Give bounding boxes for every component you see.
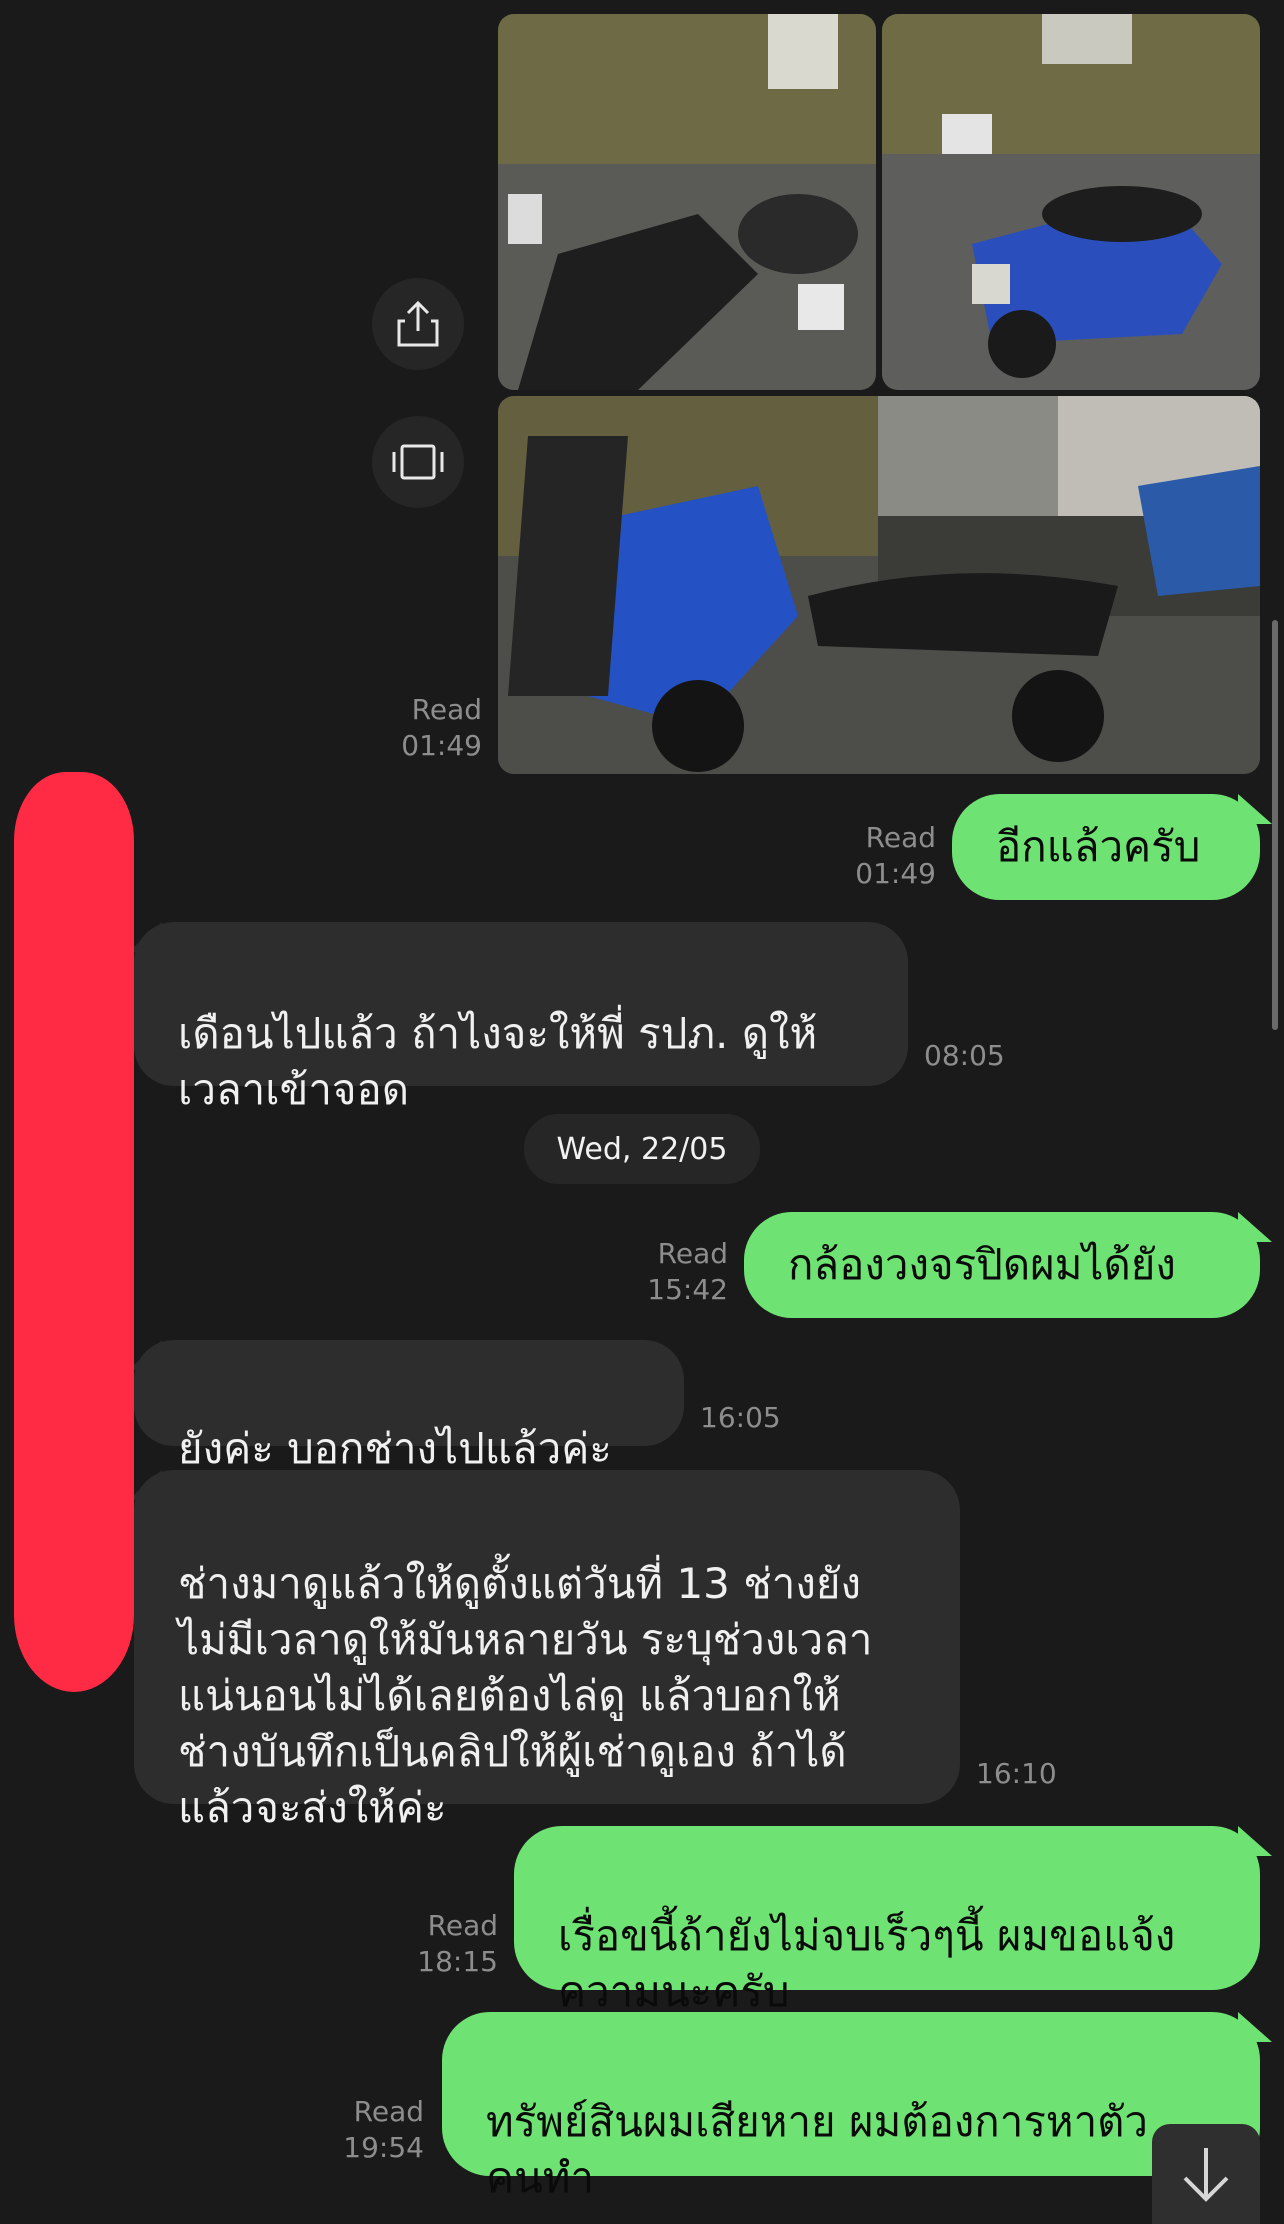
message-time: 19:54 xyxy=(343,2131,424,2164)
message-text: กล้องวงจรปิดผมได้ยัง xyxy=(788,1240,1176,1289)
bubble-tail xyxy=(1238,1826,1272,1856)
incoming-message-bubble[interactable]: ยังค่ะ บอกช่างไปแล้วค่ะ xyxy=(134,1340,684,1473)
message-time: 18:15 xyxy=(417,1945,498,1978)
incoming-message-bubble[interactable]: เดือนไปแล้ว ถ้าไงจะให้พี่ รปภ. ดูให้ เวล… xyxy=(134,922,908,1114)
read-status: Read xyxy=(353,2095,424,2128)
bubble-tail xyxy=(1238,1212,1272,1242)
photo-3[interactable] xyxy=(498,396,1260,774)
outgoing-message-bubble[interactable]: ทรัพย์สินผมเสียหาย ผมต้องการหาตัว คนทำ xyxy=(442,2012,1260,2202)
read-status: Read xyxy=(411,693,482,726)
message-time: 01:49 xyxy=(401,729,482,762)
message-text: เรื่อขนี้ถ้ายังไม่จบเร็วๆนี้ ผมขอแจ้ง คว… xyxy=(558,1911,1176,2016)
message-meta: Read 19:54 xyxy=(343,2094,424,2166)
message-time: 01:49 xyxy=(855,857,936,890)
scroll-to-bottom-button[interactable] xyxy=(1152,2124,1260,2224)
read-status: Read xyxy=(427,1909,498,1942)
read-status: Read xyxy=(657,1237,728,1270)
message-text: ช่างมาดูแล้วให้ดูตั้งแต่วันที่ 13 ช่างยั… xyxy=(178,1559,873,1832)
date-separator: Wed, 22/05 xyxy=(524,1114,760,1184)
scrollbar[interactable] xyxy=(1272,620,1278,1030)
bubble-tail xyxy=(1238,2012,1272,2042)
bubble-tail xyxy=(1238,794,1272,824)
gallery-icon xyxy=(392,444,444,480)
gallery-button[interactable] xyxy=(372,416,464,508)
message-meta: Read 18:15 xyxy=(417,1908,498,1980)
read-status: Read xyxy=(865,821,936,854)
message-meta: Read 15:42 xyxy=(647,1236,728,1308)
share-icon xyxy=(397,300,439,347)
photo-2[interactable] xyxy=(882,14,1260,390)
share-button[interactable] xyxy=(372,278,464,370)
photo-1[interactable] xyxy=(498,14,876,390)
outgoing-message-bubble[interactable]: อีกแล้วครับ xyxy=(952,794,1260,900)
message-meta: Read 01:49 xyxy=(855,820,936,892)
outgoing-message-bubble[interactable]: เรื่อขนี้ถ้ายังไม่จบเร็วๆนี้ ผมขอแจ้ง คว… xyxy=(514,1826,1260,2016)
outgoing-message-bubble[interactable]: กล้องวงจรปิดผมได้ยัง xyxy=(744,1212,1260,1318)
message-time: 08:05 xyxy=(924,1039,1005,1072)
message-text: เดือนไปแล้ว ถ้าไงจะให้พี่ รปภ. ดูให้ เวล… xyxy=(178,1009,818,1114)
message-time: 16:05 xyxy=(700,1401,781,1434)
message-text: อีกแล้วครับ xyxy=(996,822,1201,871)
incoming-message-bubble[interactable]: ช่างมาดูแล้วให้ดูตั้งแต่วันที่ 13 ช่างยั… xyxy=(134,1470,960,1832)
date-separator-label: Wed, 22/05 xyxy=(556,1131,728,1167)
message-text: ยังค่ะ บอกช่างไปแล้วค่ะ xyxy=(178,1424,612,1473)
message-time: 16:10 xyxy=(976,1757,1057,1790)
redaction-mark xyxy=(60,880,130,1080)
message-time: 15:42 xyxy=(647,1273,728,1306)
message-meta: Read 01:49 xyxy=(401,692,482,764)
arrow-down-icon xyxy=(1183,2148,1229,2202)
message-text: ทรัพย์สินผมเสียหาย ผมต้องการหาตัว คนทำ xyxy=(486,2097,1149,2202)
